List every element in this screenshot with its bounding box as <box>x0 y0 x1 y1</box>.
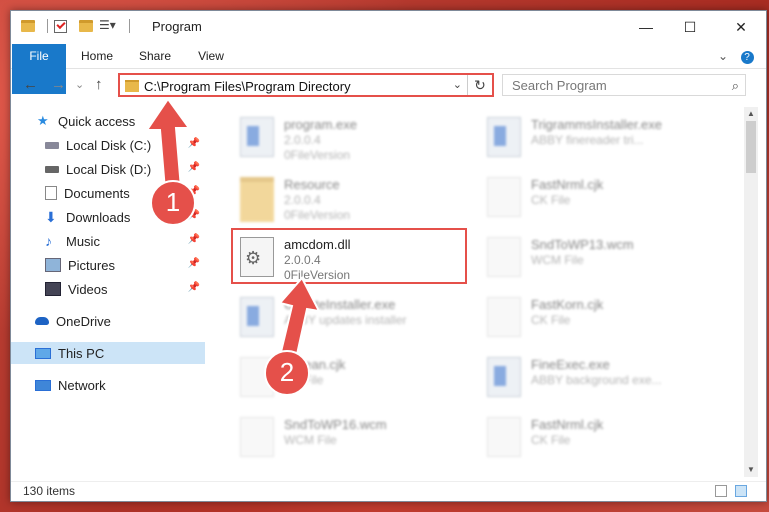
arrow-1 <box>145 97 191 192</box>
callout-2: 2 <box>264 350 310 396</box>
annotation-arrows <box>145 97 321 361</box>
arrow-2 <box>278 276 321 361</box>
callout-1: 1 <box>150 180 196 226</box>
